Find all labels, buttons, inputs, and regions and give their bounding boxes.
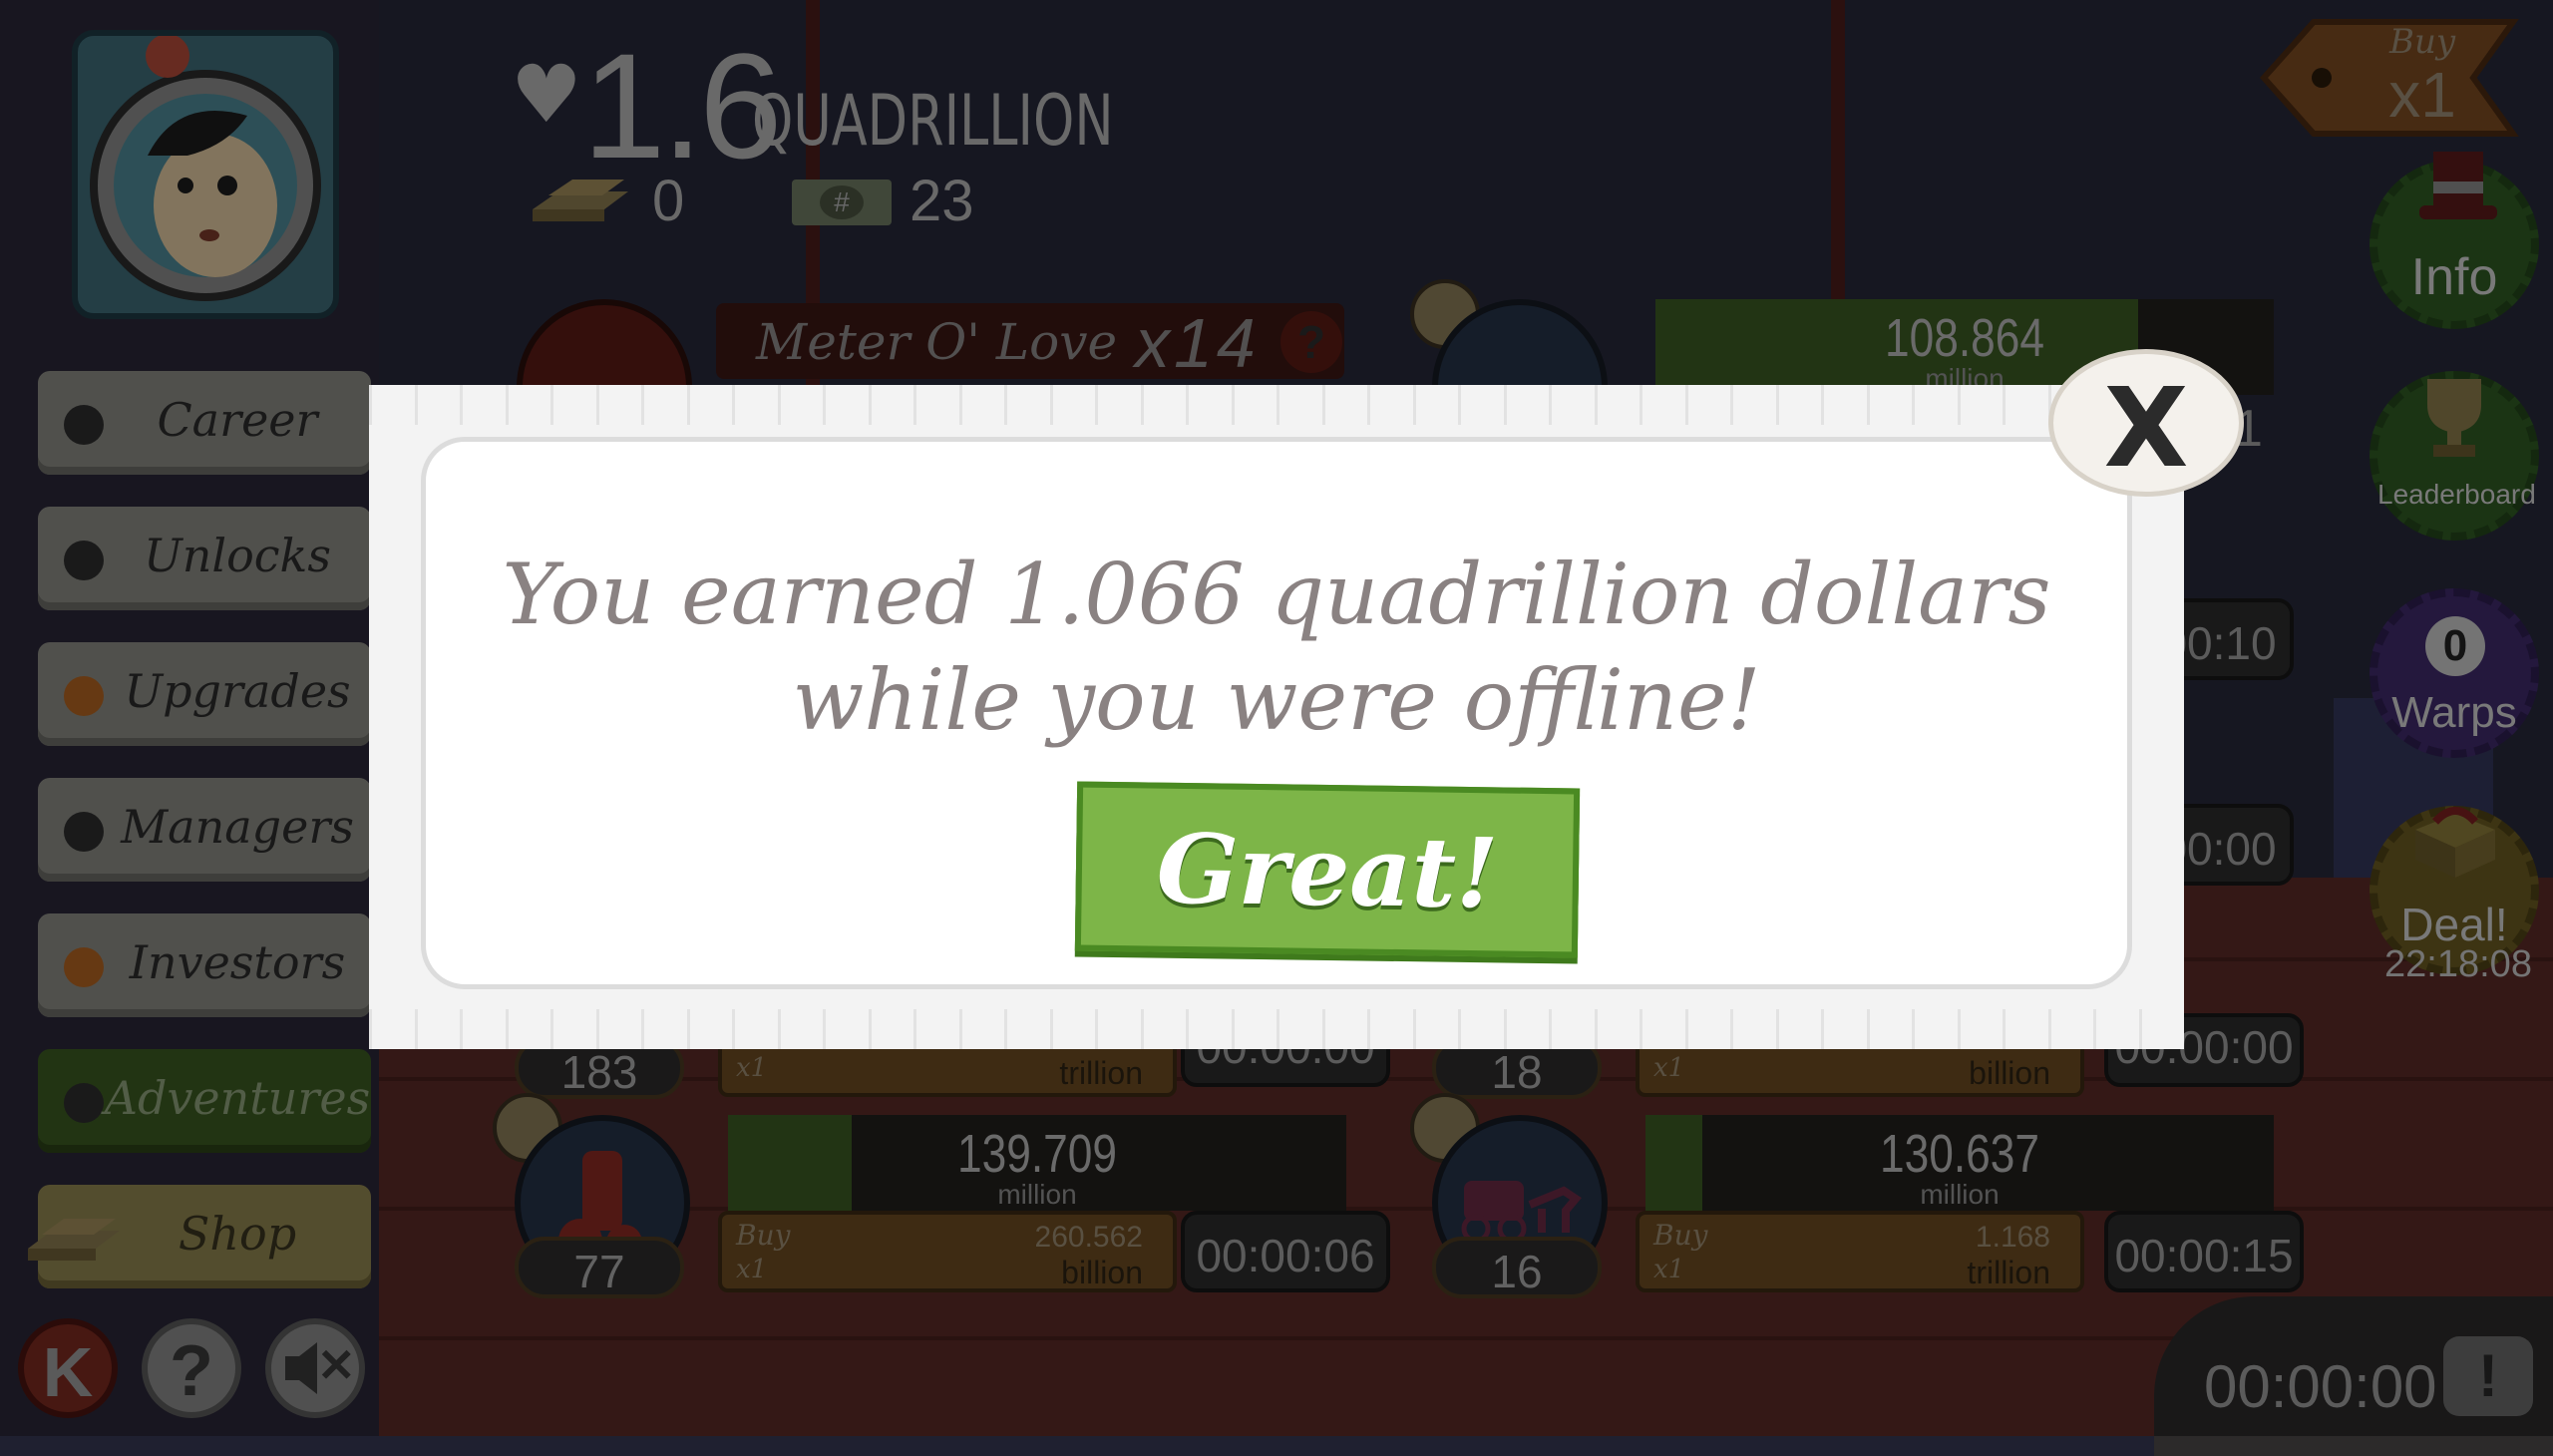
great-button-label: Great! [1156,812,1499,930]
dialog-body: You earned 1.066 quadrillion dollars whi… [421,437,2132,989]
offline-earnings-message: You earned 1.066 quadrillion dollars whi… [502,546,2051,749]
offline-earnings-dialog: You earned 1.066 quadrillion dollars whi… [369,385,2184,1049]
dialog-frame-stripes [369,1009,2184,1049]
dialog-frame-stripes [369,385,2184,425]
great-button[interactable]: Great! [1074,781,1581,958]
close-dialog-button[interactable]: X [2048,349,2244,497]
close-icon: X [2103,364,2189,492]
